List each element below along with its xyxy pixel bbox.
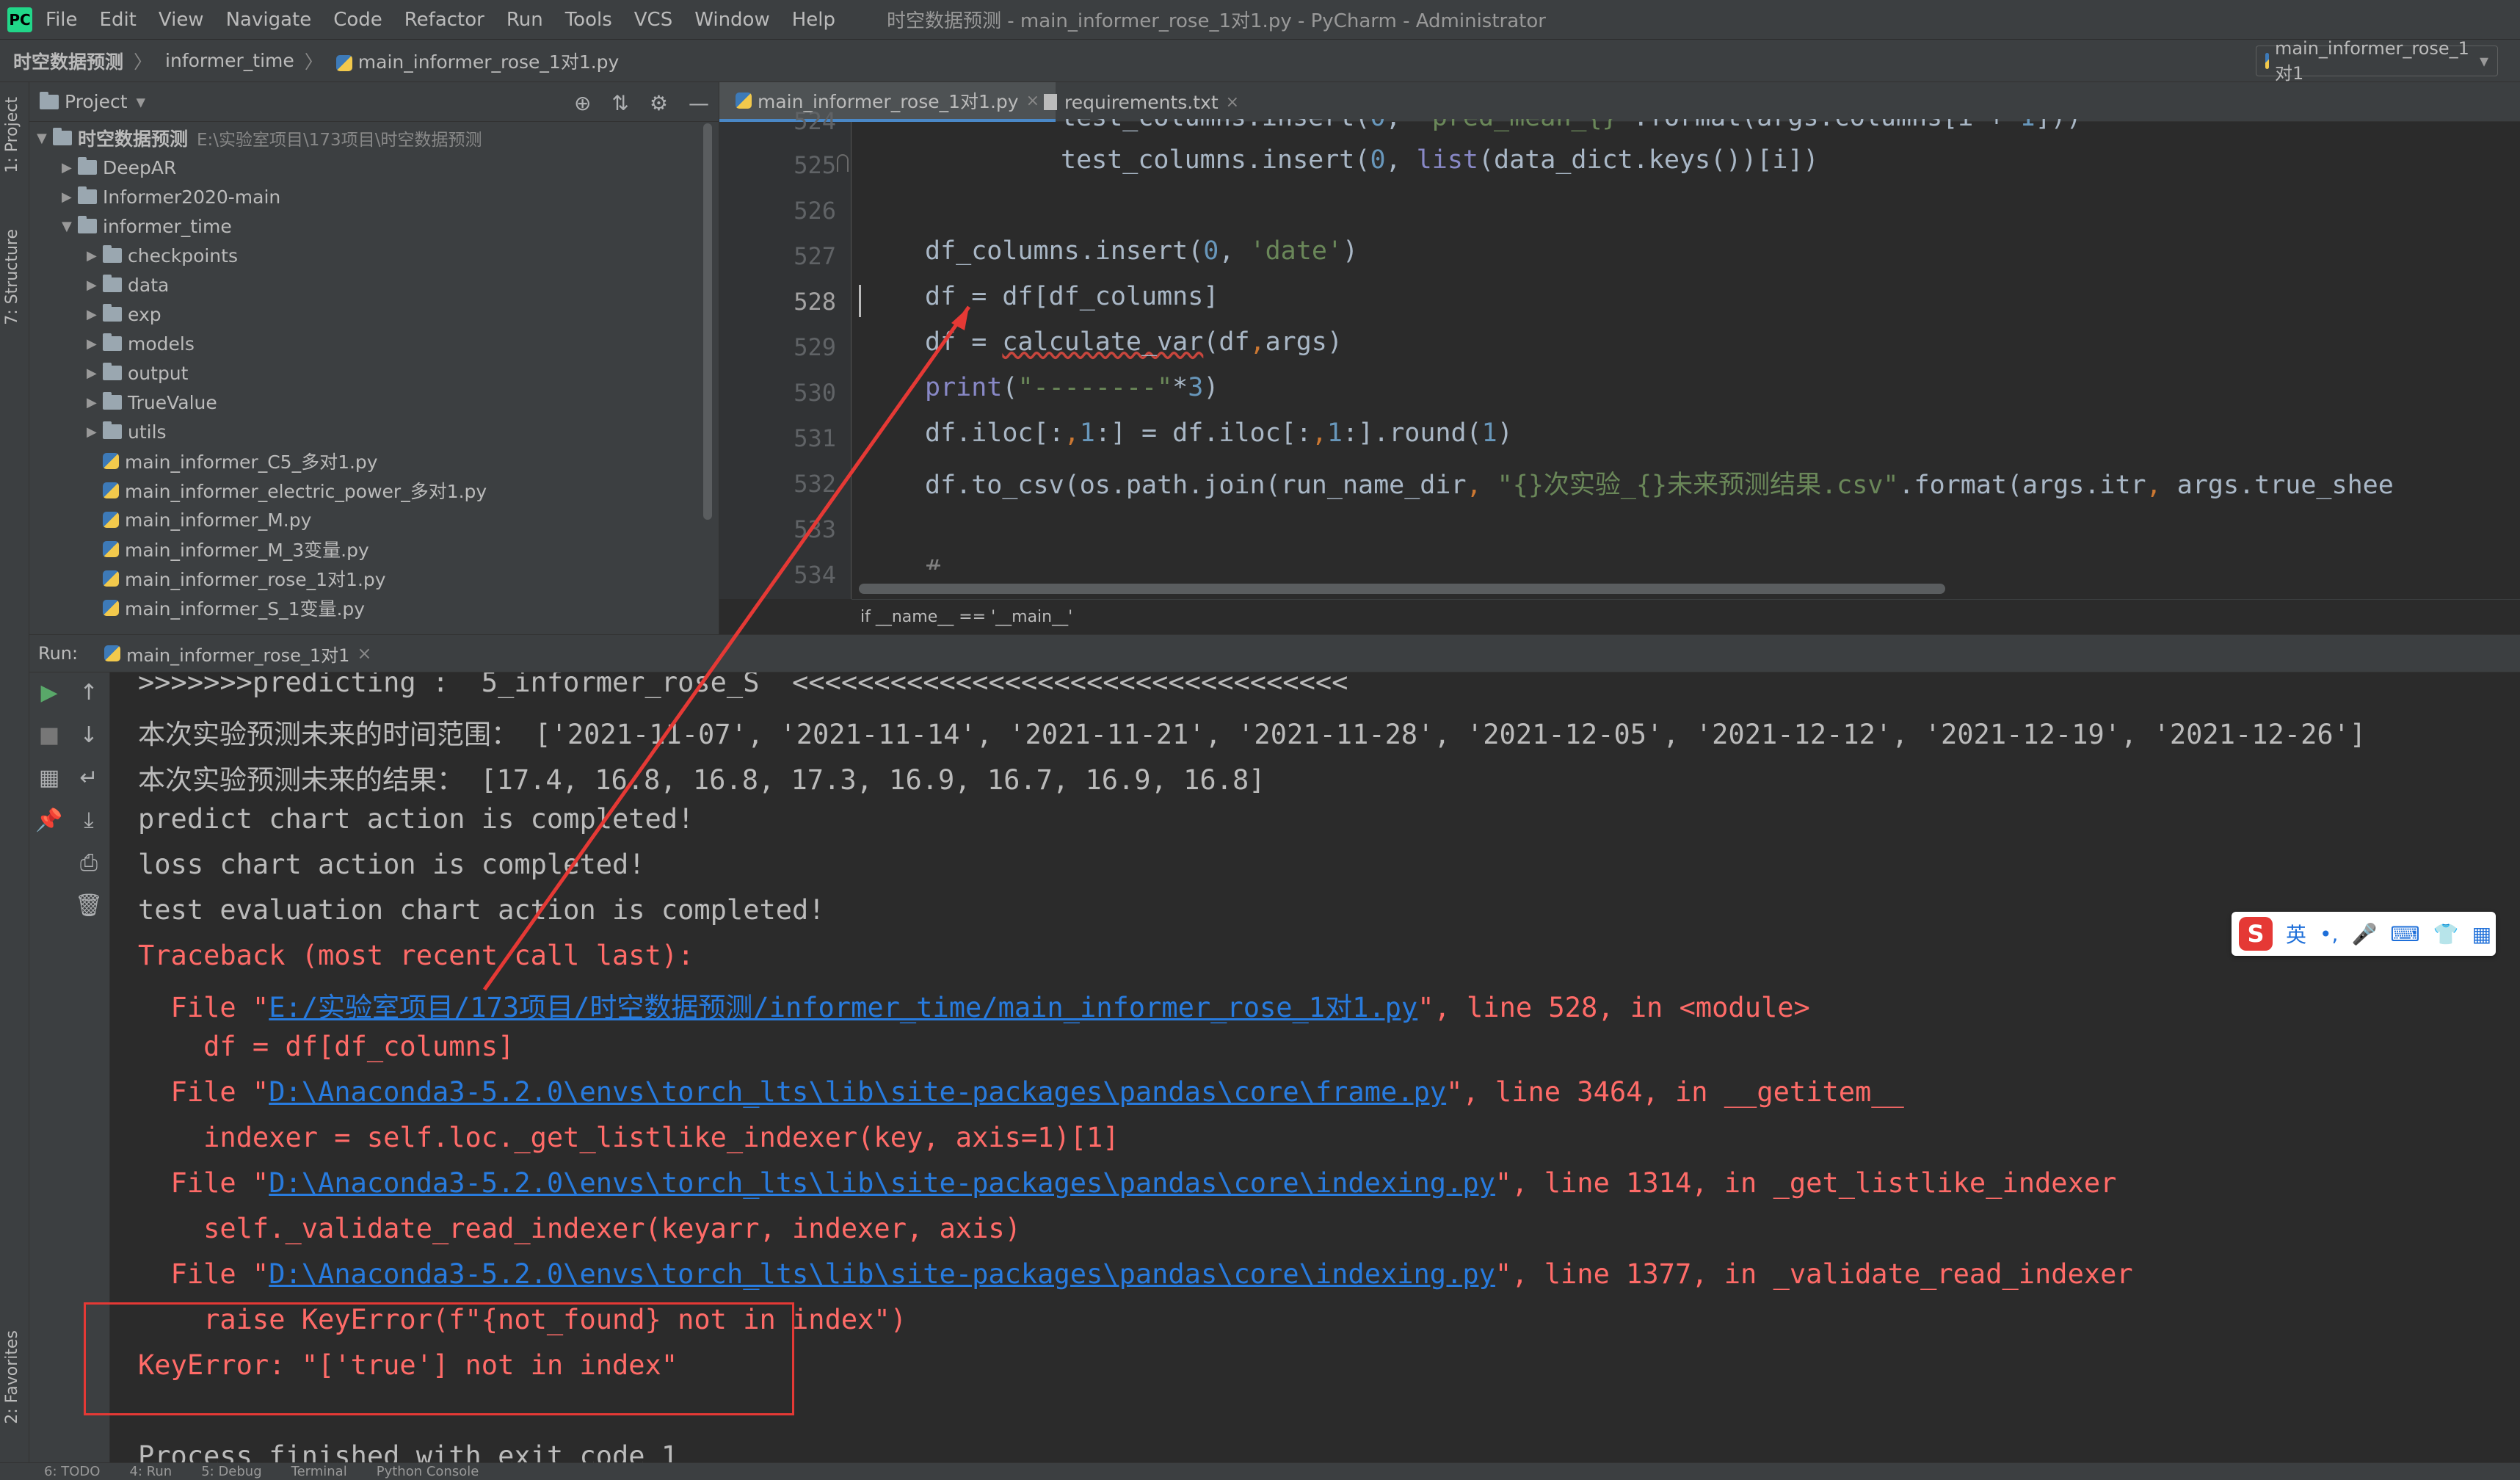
tool-tab-todo[interactable]: 6: TODO: [44, 1464, 100, 1479]
microphone-icon[interactable]: 🎤: [2351, 922, 2377, 946]
tool-tab-python-console[interactable]: Python Console: [377, 1464, 479, 1479]
sogou-logo-icon: S: [2239, 917, 2273, 951]
annotation-arrow-line: [482, 305, 971, 991]
toolbox-grid-icon[interactable]: ▦: [2472, 922, 2491, 946]
annotation-overlay: [482, 305, 971, 991]
tool-tab-debug[interactable]: 5: Debug: [201, 1464, 261, 1479]
bottom-tool-window-bar: 6: TODO 4: Run 5: Debug Terminal Python …: [0, 1462, 2520, 1480]
tool-tab-terminal[interactable]: Terminal: [291, 1464, 347, 1479]
ime-punctuation-toggle[interactable]: •,: [2320, 922, 2338, 946]
keyboard-icon[interactable]: ⌨: [2390, 922, 2419, 946]
skin-icon[interactable]: 👕: [2433, 922, 2459, 946]
ime-language-toggle[interactable]: 英: [2286, 919, 2306, 948]
tool-tab-run[interactable]: 4: Run: [129, 1464, 172, 1479]
ime-toolbar[interactable]: S 英 •, 🎤 ⌨ 👕 ▦: [2232, 912, 2496, 956]
